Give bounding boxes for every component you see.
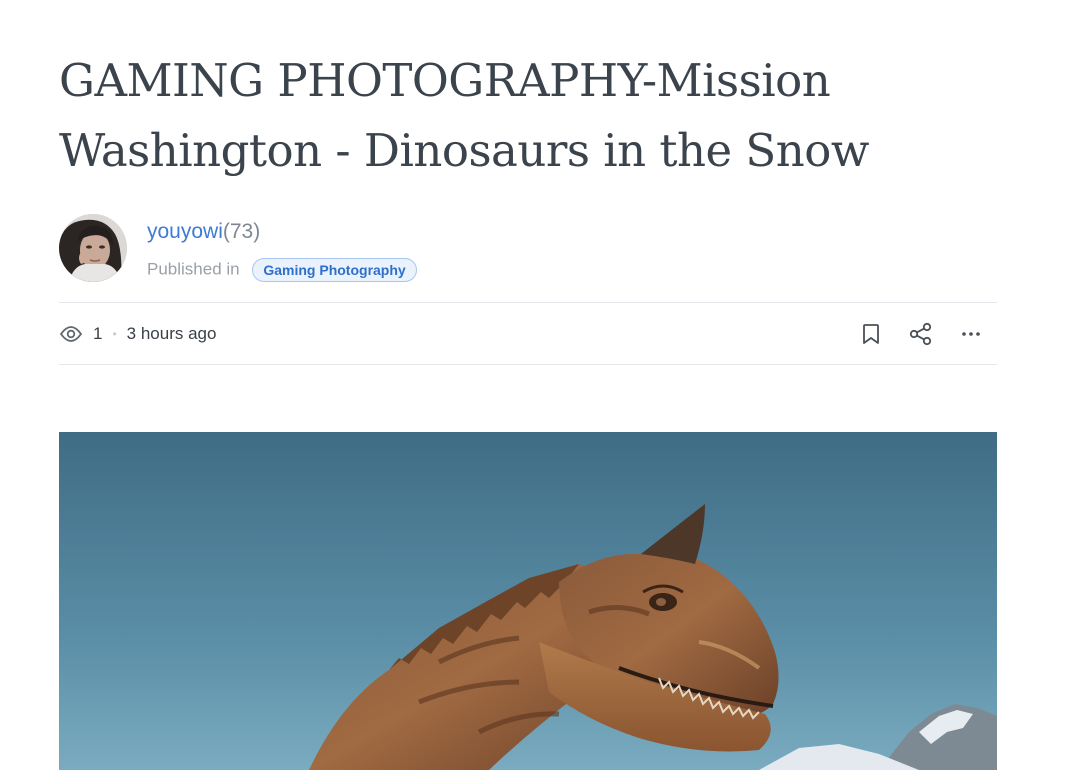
share-icon (909, 322, 932, 345)
post-meta-bar: 1 • 3 hours ago (59, 302, 997, 365)
post-timestamp: 3 hours ago (126, 323, 217, 343)
post-actions (835, 303, 985, 364)
author-reputation: (73) (222, 220, 261, 243)
author-avatar[interactable] (59, 214, 127, 282)
hero-image (59, 432, 997, 770)
bookmark-icon (863, 323, 879, 344)
more-options-button[interactable] (957, 320, 985, 348)
avatar-photo (59, 214, 127, 282)
eye-icon (59, 322, 83, 346)
published-label: Published in (147, 259, 240, 279)
views-count: 1 (93, 323, 103, 343)
meta-separator: • (112, 326, 117, 341)
author-block: youyowi(73) Published in Gaming Photogra… (59, 214, 559, 284)
author-name-link[interactable]: youyowi (147, 220, 223, 243)
post-stats: 1 • 3 hours ago (59, 303, 216, 364)
dinosaur-snow-photo (59, 432, 997, 770)
author-line: youyowi(73) (147, 218, 260, 246)
bookmark-button[interactable] (857, 320, 885, 348)
more-icon (962, 331, 980, 336)
published-line: Published in Gaming Photography (147, 256, 417, 283)
community-tag[interactable]: Gaming Photography (252, 257, 417, 282)
share-button[interactable] (907, 320, 935, 348)
article-title: GAMING PHOTOGRAPHY-Mission Washington - … (59, 54, 869, 177)
